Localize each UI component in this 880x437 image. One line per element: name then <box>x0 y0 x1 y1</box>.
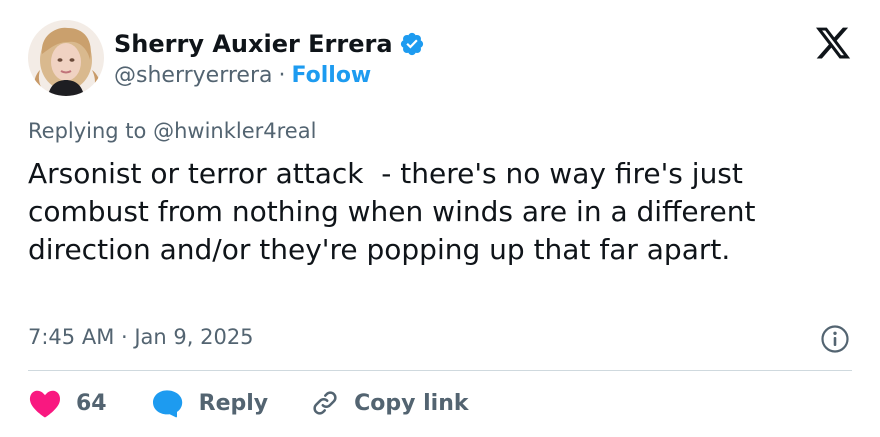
author-name-row: Sherry Auxier Errera <box>114 26 425 62</box>
speech-bubble-icon <box>151 388 183 418</box>
action-divider <box>28 370 852 371</box>
action-bar: 64 Reply Copy link <box>28 385 469 421</box>
replying-to-prefix: Replying to <box>28 119 147 143</box>
tweet-text: Arsonist or terror attack - there's no w… <box>28 157 765 266</box>
author-handle[interactable]: @sherryerrera <box>114 63 272 88</box>
tweet-timestamp[interactable]: 7:45 AM · Jan 9, 2025 <box>28 322 254 352</box>
author-display-name[interactable]: Sherry Auxier Errera <box>114 29 393 59</box>
separator-dot: · <box>278 62 286 88</box>
like-count: 64 <box>76 390 107 416</box>
copy-link-button[interactable]: Copy link <box>310 388 469 418</box>
like-button[interactable]: 64 <box>28 388 107 418</box>
follow-button[interactable]: Follow <box>291 63 371 88</box>
info-icon[interactable] <box>820 324 850 354</box>
link-icon <box>310 388 340 418</box>
avatar-image <box>28 20 104 96</box>
replying-to-line: Replying to @hwinkler4real <box>28 116 316 146</box>
reply-label: Reply <box>198 390 269 416</box>
tweet-card: Sherry Auxier Errera @sherryerrera · Fol… <box>0 0 880 437</box>
reply-button[interactable]: Reply <box>151 388 269 418</box>
x-logo-icon[interactable] <box>814 24 852 62</box>
author-handle-row: @sherryerrera · Follow <box>114 60 371 90</box>
copy-link-label: Copy link <box>354 390 469 416</box>
replying-to-handle[interactable]: @hwinkler4real <box>153 119 316 143</box>
heart-icon <box>28 388 62 418</box>
avatar[interactable] <box>28 20 104 96</box>
verified-badge-icon <box>399 31 425 57</box>
